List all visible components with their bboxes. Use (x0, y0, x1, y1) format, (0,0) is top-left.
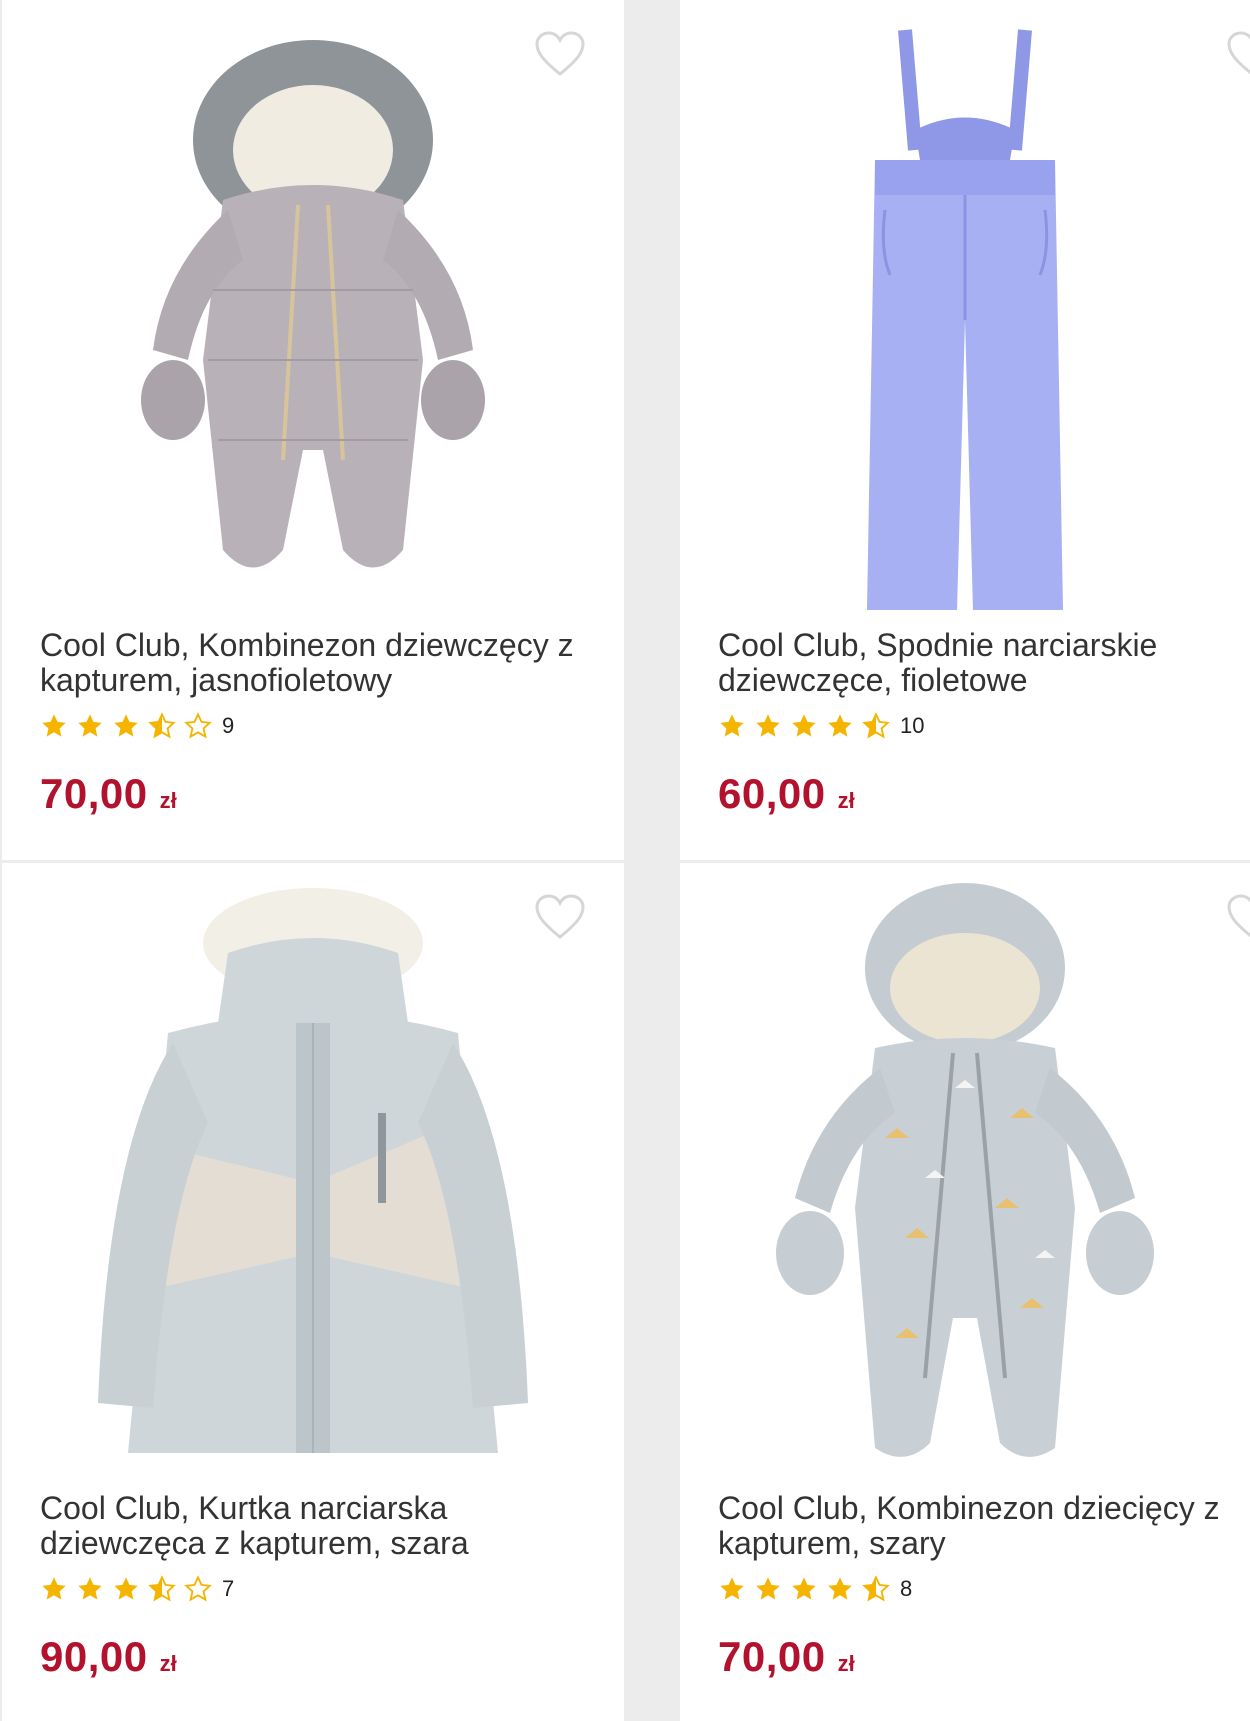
rating-stars (40, 1575, 212, 1603)
ski-jacket-image (98, 888, 528, 1453)
star-full-icon (78, 1577, 102, 1600)
star-full-icon (114, 1577, 138, 1600)
star-full-icon (114, 714, 138, 737)
product-title[interactable]: Cool Club, Spodnie narciarskie dziewczęc… (718, 628, 1248, 698)
product-title[interactable]: Cool Club, Kurtka narciarska dziewczęca … (40, 1491, 600, 1561)
star-half-icon (148, 712, 176, 739)
star-full-icon (720, 714, 744, 737)
price-currency: zł (159, 788, 177, 813)
product-title[interactable]: Cool Club, Kombinezon dziewczęcy z kaptu… (40, 628, 600, 698)
rating: 9 (40, 712, 234, 740)
product-price: 70,00 zł (718, 1633, 855, 1681)
rating: 7 (40, 1575, 234, 1603)
star-half-icon (148, 1575, 176, 1602)
star-full-icon (792, 1577, 816, 1600)
price-currency: zł (837, 1651, 855, 1676)
product-card[interactable]: Cool Club, Kombinezon dziewczęcy z kaptu… (2, 0, 624, 860)
price-currency: zł (837, 788, 855, 813)
star-full-icon (828, 714, 852, 737)
product-image[interactable] (680, 863, 1250, 1483)
product-image[interactable] (2, 863, 624, 1483)
product-image[interactable] (2, 0, 624, 620)
product-card[interactable]: Cool Club, Spodnie narciarskie dziewczęc… (680, 0, 1250, 860)
rating-count: 9 (222, 713, 235, 738)
star-full-icon (828, 1577, 852, 1600)
star-full-icon (756, 714, 780, 737)
star-half-icon (862, 712, 890, 739)
rating-count: 10 (900, 713, 925, 738)
product-price: 70,00 zł (40, 770, 177, 818)
product-price: 60,00 zł (718, 770, 855, 818)
pram-suit-image (141, 40, 485, 568)
star-full-icon (720, 1577, 744, 1600)
price-amount: 90,00 (40, 1633, 148, 1680)
star-empty-icon (184, 712, 212, 739)
product-card[interactable]: Cool Club, Kombinezon dziecięcy z kaptur… (680, 863, 1250, 1721)
rating-stars (718, 1575, 890, 1603)
ski-pants-image (867, 29, 1063, 610)
star-empty-icon (184, 1575, 212, 1602)
product-title[interactable]: Cool Club, Kombinezon dziecięcy z kaptur… (718, 1491, 1248, 1561)
product-price: 90,00 zł (40, 1633, 177, 1681)
star-full-icon (42, 1577, 66, 1600)
rating: 8 (718, 1575, 912, 1603)
product-image[interactable] (680, 0, 1250, 620)
star-full-icon (78, 714, 102, 737)
star-full-icon (756, 1577, 780, 1600)
product-card[interactable]: Cool Club, Kurtka narciarska dziewczęca … (2, 863, 624, 1721)
baby-snowsuit-image (776, 883, 1154, 1457)
rating-stars (40, 712, 212, 740)
rating-count: 7 (222, 1576, 235, 1601)
price-currency: zł (159, 1651, 177, 1676)
star-full-icon (42, 714, 66, 737)
price-amount: 70,00 (40, 770, 148, 817)
price-amount: 60,00 (718, 770, 826, 817)
rating: 10 (718, 712, 924, 740)
rating-stars (718, 712, 890, 740)
star-full-icon (792, 714, 816, 737)
price-amount: 70,00 (718, 1633, 826, 1680)
star-half-icon (862, 1575, 890, 1602)
rating-count: 8 (900, 1576, 913, 1601)
product-grid: Cool Club, Kombinezon dziewczęcy z kaptu… (0, 0, 1250, 1721)
